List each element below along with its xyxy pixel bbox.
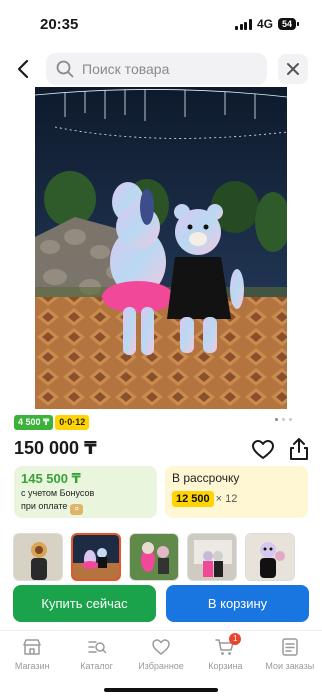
gallery-pager [275,418,292,421]
installment-badge: 0·0·12 [55,415,90,430]
heart-icon [252,440,274,459]
tab-orders[interactable]: Мои заказы [258,631,322,678]
promo-badges: 4 500 ₸ 0·0·12 [14,415,90,430]
status-indicators: 4G 54 [235,17,300,31]
orders-icon [282,638,298,656]
bottom-tab-bar: Магазин Каталог Избранное 1 Корзина Мои … [0,630,322,678]
tab-favorites[interactable]: Избранное [129,631,193,678]
search-icon [56,60,74,78]
installment-card[interactable]: В рассрочку 12 500 × 12 [165,466,308,518]
tab-label-catalog: Каталог [80,661,113,671]
shop-icon [23,639,41,655]
battery-icon: 54 [277,18,300,30]
favorite-button[interactable] [251,438,275,462]
bonus-line-2-row: при оплате ¤ [21,500,150,515]
thumbnail-strip [13,533,295,581]
tab-label-shop: Магазин [14,661,50,671]
heart-icon [152,639,170,655]
thumbnail-3[interactable] [129,533,179,581]
buy-now-button[interactable]: Купить сейчас [13,585,156,622]
back-button[interactable] [14,57,34,81]
signal-icon [235,18,252,30]
pager-dot [289,418,292,421]
thumbnail-4[interactable] [187,533,237,581]
installment-title: В рассрочку [172,471,240,485]
search-input[interactable] [82,61,242,77]
chevron-left-icon [17,59,29,79]
product-image [35,87,287,409]
product-photo[interactable] [35,87,287,409]
search-box[interactable] [46,53,267,85]
search-row [0,53,322,85]
bonus-price-card[interactable]: 145 500 ₸ с учетом Бонусов при оплате ¤ [14,466,157,518]
status-time: 20:35 [40,16,79,33]
bonus-price: 145 500 ₸ [21,471,81,486]
tab-label-orders: Мои заказы [265,661,315,671]
home-indicator[interactable] [104,688,218,692]
product-price: 150 000 ₸ [14,438,97,458]
tab-catalog[interactable]: Каталог [64,631,128,678]
pager-dot [275,418,278,421]
installment-row: 12 500 × 12 [172,491,301,507]
cart-count-badge: 1 [229,633,242,645]
thumbnail-5[interactable] [245,533,295,581]
share-button[interactable] [287,436,311,462]
share-icon [290,438,308,460]
tab-label-favorites: Избранное [138,661,184,671]
tab-shop[interactable]: Магазин [0,631,64,678]
network-label: 4G [256,17,273,31]
close-icon [287,63,299,75]
bonus-line-2: при оплате [21,501,68,511]
pager-dot [282,418,285,421]
discount-badge: 4 500 ₸ [14,415,54,430]
tab-cart[interactable]: 1 Корзина [193,631,257,678]
add-to-cart-button[interactable]: В корзину [166,585,309,622]
tab-label-cart: Корзина [208,661,243,671]
installment-multiplier: × 12 [215,493,238,505]
close-button[interactable] [278,54,308,84]
thumbnail-1[interactable] [13,533,63,581]
catalog-icon [87,641,106,654]
bonus-line-1: с учетом Бонусов [21,488,95,498]
installment-amount: 12 500 [172,491,214,507]
thumbnail-2[interactable] [71,533,121,581]
status-bar: 20:35 4G 54 [0,0,322,50]
coin-icon: ¤ [70,504,84,515]
